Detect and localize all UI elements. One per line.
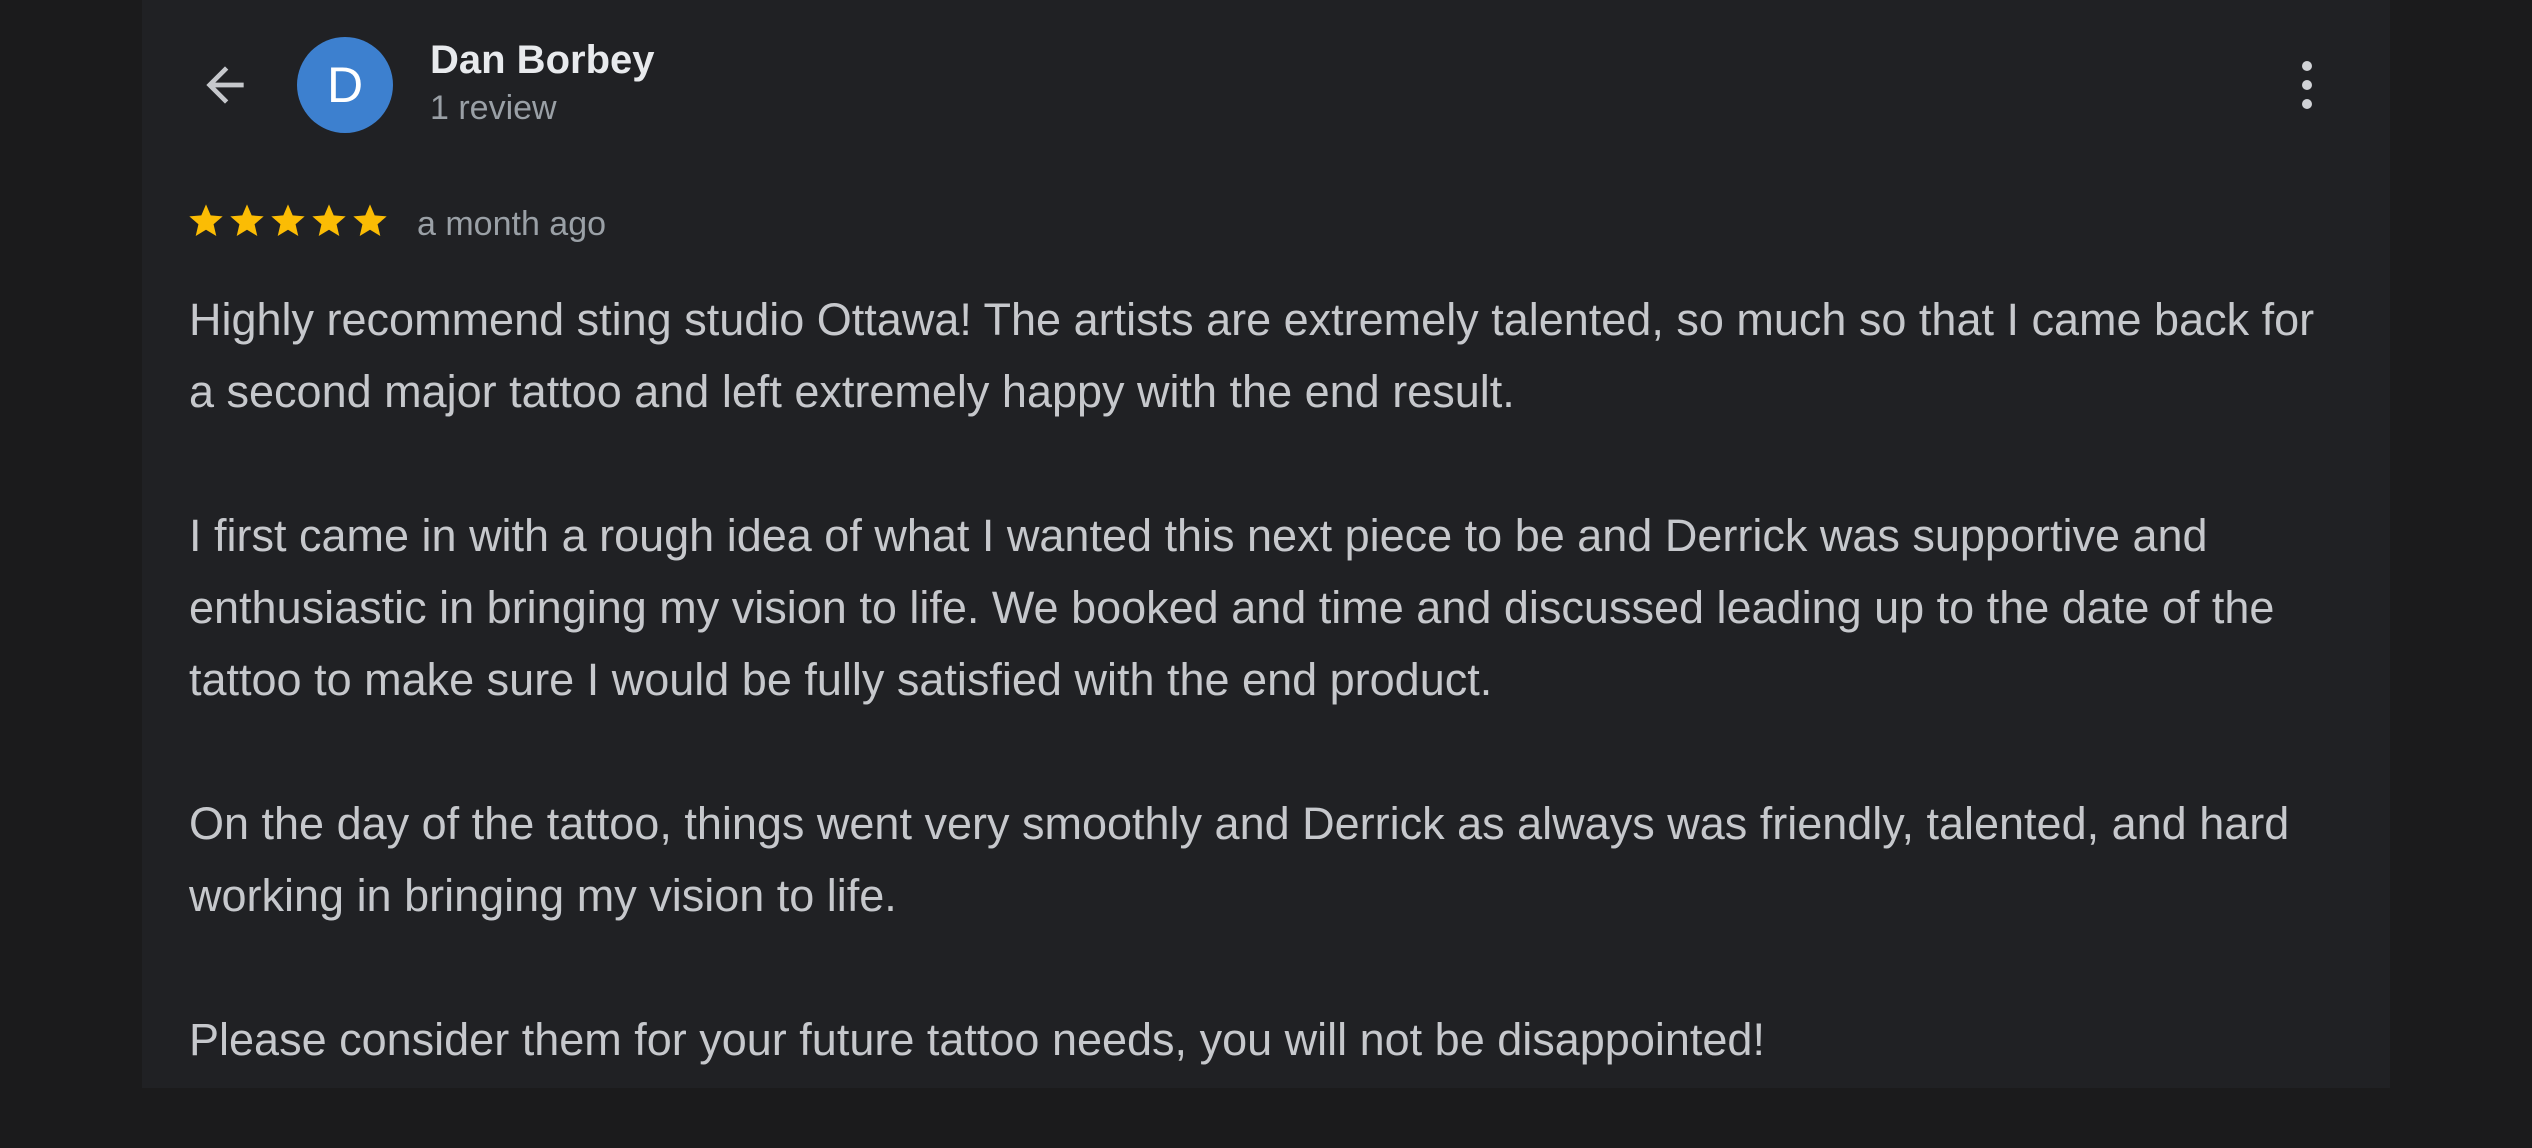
back-button[interactable] bbox=[194, 54, 256, 116]
star-rating bbox=[186, 201, 390, 241]
star-icon bbox=[230, 204, 264, 236]
star-icon bbox=[353, 204, 387, 236]
more-options-button[interactable] bbox=[2283, 52, 2331, 118]
avatar[interactable]: D bbox=[297, 37, 393, 133]
more-vert-icon bbox=[2302, 61, 2312, 109]
star-icon bbox=[271, 204, 305, 236]
review-paragraph: I first came in with a rough idea of wha… bbox=[189, 510, 2275, 705]
reviewer-name[interactable]: Dan Borbey bbox=[430, 36, 655, 84]
review-paragraph: Please consider them for your future tat… bbox=[189, 1014, 1765, 1065]
arrow-back-icon bbox=[206, 66, 244, 104]
review-date: a month ago bbox=[417, 205, 607, 243]
star-icon bbox=[312, 204, 346, 236]
review-paragraph: On the day of the tattoo, things went ve… bbox=[189, 798, 2290, 921]
avatar-initial: D bbox=[326, 57, 364, 113]
review-count: 1 review bbox=[430, 89, 557, 127]
star-icon bbox=[189, 204, 223, 236]
review-text: Highly recommend sting studio Ottawa! Th… bbox=[189, 284, 2329, 1148]
review-paragraph: Highly recommend sting studio Ottawa! Th… bbox=[189, 294, 2315, 417]
